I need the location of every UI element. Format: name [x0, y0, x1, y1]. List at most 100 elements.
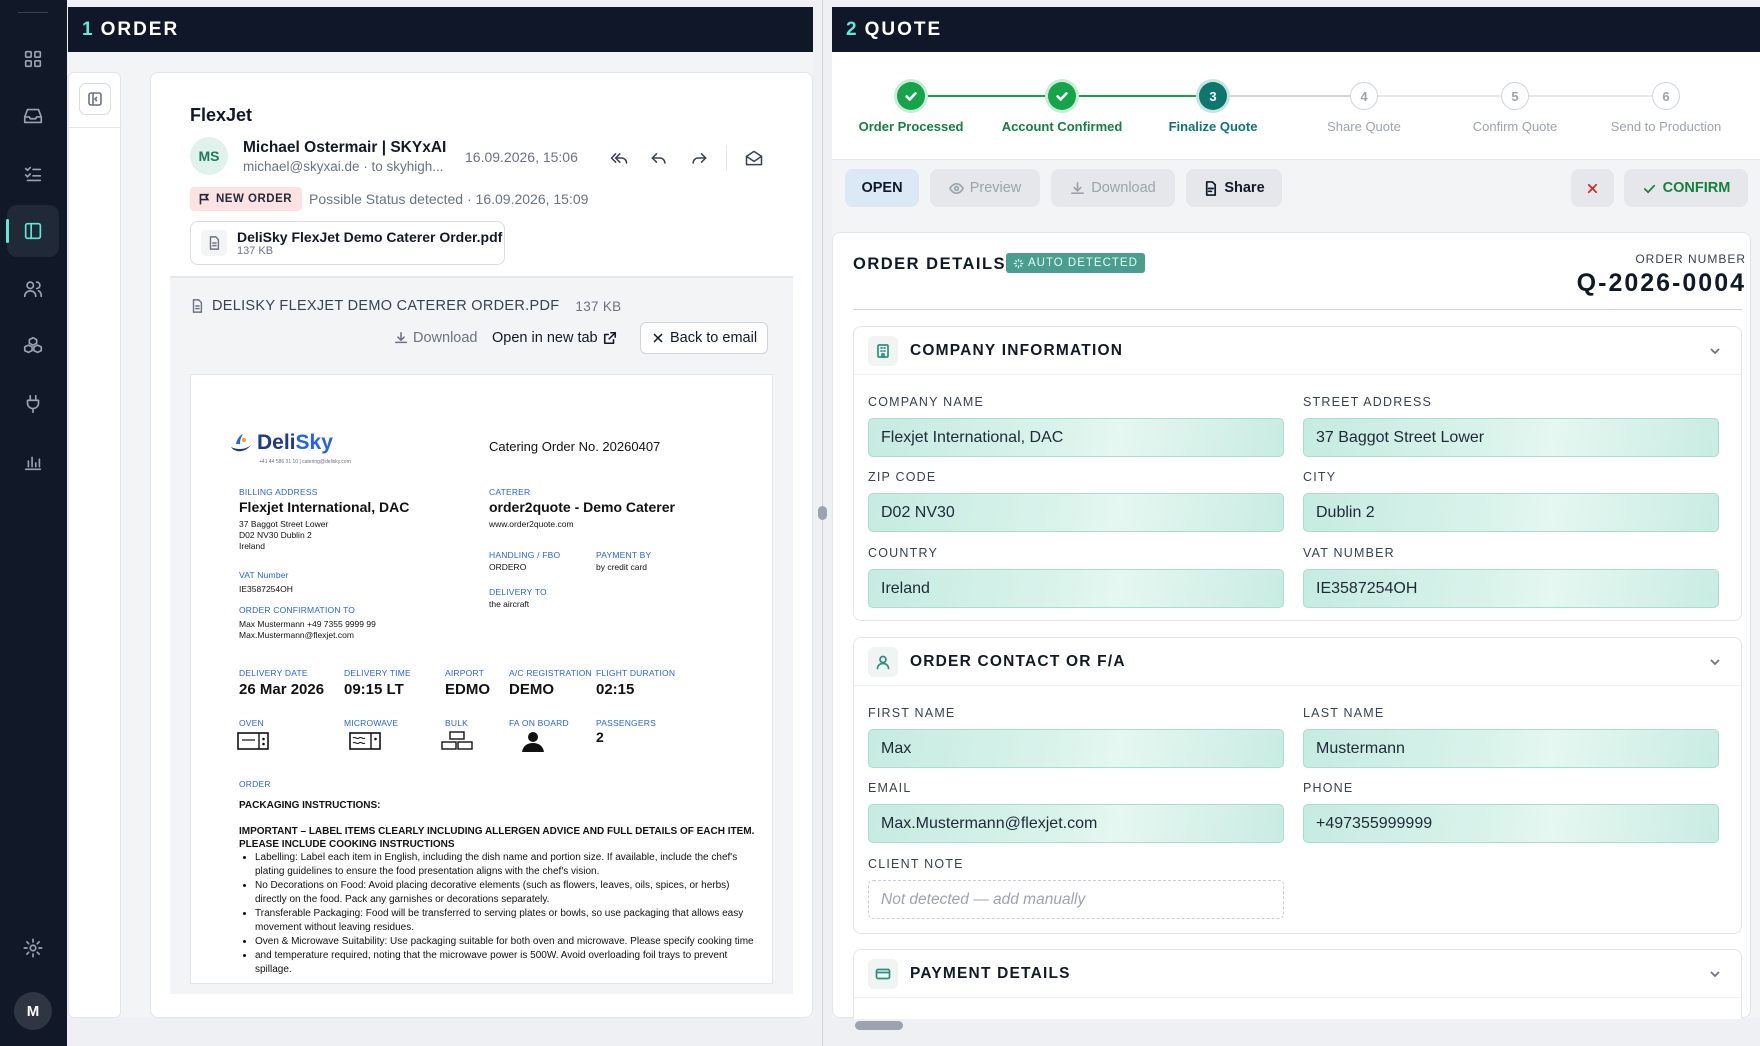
confirm-quote-label: CONFIRM — [1662, 180, 1731, 196]
order-contact-header[interactable]: ORDER CONTACT OR F/A — [854, 638, 1741, 686]
company-information-section: COMPANY INFORMATION COMPANY NAME Flexjet… — [853, 326, 1742, 621]
rail-split-view-button[interactable] — [6, 205, 59, 257]
payment-details-section: PAYMENT DETAILS — [853, 949, 1742, 1019]
company-information-header[interactable]: COMPANY INFORMATION — [854, 327, 1741, 375]
envelope-open-icon — [745, 150, 763, 166]
chevron-down-icon[interactable] — [1707, 343, 1723, 359]
step-confirm-quote[interactable]: 5 Confirm Quote — [1440, 82, 1590, 134]
street-address-input[interactable]: 37 Baggot Street Lower — [1303, 418, 1719, 457]
back-to-email-button[interactable]: Back to email — [640, 322, 769, 354]
rail-tasks-button[interactable] — [7, 148, 59, 200]
client-note-field: CLIENT NOTE Not detected — add manually — [868, 857, 1284, 919]
panel-toggle-icon — [88, 92, 102, 106]
rail-integrations-button[interactable] — [7, 378, 59, 430]
step-account-confirmed[interactable]: Account Confirmed — [987, 82, 1137, 134]
step-number: 4 — [1350, 82, 1378, 110]
order-contact-section: ORDER CONTACT OR F/A FIRST NAME Max LAST… — [853, 637, 1742, 934]
step-number: 5 — [1501, 82, 1529, 110]
bar-chart-icon — [24, 456, 42, 471]
panel-divider[interactable] — [822, 0, 823, 1046]
share-quote-button[interactable]: Share — [1186, 169, 1282, 207]
caterer-label: CATERER — [489, 487, 531, 497]
flag-icon — [199, 193, 210, 204]
order-panel-number: 1 — [82, 18, 95, 40]
quote-panel-number: 2 — [846, 18, 859, 40]
vat-number-label: VAT NUMBER — [1303, 546, 1395, 560]
attachment-name: DeliSky FlexJet Demo Caterer Order.pdf — [237, 229, 503, 245]
phone-input[interactable]: +497355999999 — [1303, 804, 1719, 843]
vat-number-input[interactable]: IE3587254OH — [1303, 569, 1719, 608]
caterer-web: www.order2quote.com — [489, 519, 574, 529]
step-finalize-quote[interactable]: 3 Finalize Quote — [1138, 82, 1288, 134]
attachment-size: 137 KB — [237, 245, 274, 257]
payment-value: by credit card — [596, 562, 648, 572]
oven-label: OVEN — [239, 718, 264, 728]
download-pdf-button[interactable]: Download — [394, 322, 478, 354]
rail-contacts-button[interactable] — [7, 263, 59, 315]
step-share-quote[interactable]: 4 Share Quote — [1289, 82, 1439, 134]
packaging-bullet: Transferable Packaging: Food will be tra… — [255, 907, 759, 935]
download-quote-button[interactable]: Download — [1051, 169, 1175, 207]
reply-all-button[interactable] — [604, 143, 634, 173]
open-status-button[interactable]: OPEN — [845, 169, 919, 207]
step-send-to-production[interactable]: 6 Send to Production — [1591, 82, 1741, 134]
pdf-page: DeliSky +41 44 586 31 10 | catering@deli… — [190, 374, 773, 984]
reject-quote-button[interactable] — [1571, 169, 1614, 207]
forward-button[interactable] — [684, 143, 714, 173]
attachment-chip[interactable]: DeliSky FlexJet Demo Caterer Order.pdf 1… — [190, 221, 505, 265]
viewer-filename: DELISKY FLEXJET DEMO CATERER ORDER.PDF — [212, 298, 560, 314]
user-avatar[interactable]: M — [14, 992, 52, 1030]
confirm-quote-button[interactable]: CONFIRM — [1624, 169, 1748, 207]
preview-button[interactable]: Preview — [930, 169, 1040, 207]
rail-products-button[interactable] — [7, 320, 59, 372]
horizontal-scrollbar[interactable] — [855, 1021, 903, 1030]
billing-line-1: 37 Baggot Street Lower — [239, 519, 329, 529]
email-label: EMAIL — [868, 781, 912, 795]
rail-analytics-button[interactable] — [7, 436, 59, 488]
country-input[interactable]: Ireland — [868, 569, 1284, 608]
last-name-label: LAST NAME — [1303, 706, 1385, 720]
delisky-wordmark: DeliSky — [257, 431, 333, 454]
last-name-field: LAST NAME Mustermann — [1303, 706, 1719, 768]
open-new-tab-link[interactable]: Open in new tab — [492, 322, 617, 354]
rail-dashboard-button[interactable] — [7, 33, 59, 85]
step-order-processed[interactable]: Order Processed — [836, 82, 986, 134]
chevron-down-icon[interactable] — [1707, 654, 1723, 670]
flight-duration-value: 02:15 — [596, 681, 635, 698]
company-name-input[interactable]: Flexjet International, DAC — [868, 418, 1284, 457]
email-field: EMAIL Max.Mustermann@flexjet.com — [868, 781, 1284, 843]
city-input[interactable]: Dublin 2 — [1303, 493, 1719, 532]
zip-code-input[interactable]: D02 NV30 — [868, 493, 1284, 532]
first-name-input[interactable]: Max — [868, 729, 1284, 768]
last-name-input[interactable]: Mustermann — [1303, 729, 1719, 768]
order-number-label: ORDER NUMBER — [1635, 252, 1746, 266]
order-panel-header: 1 ORDER — [68, 7, 813, 52]
payment-details-header[interactable]: PAYMENT DETAILS — [854, 950, 1741, 998]
chevron-down-icon[interactable] — [1707, 966, 1723, 982]
sender-address: michael@skyxai.de · to skyhigh... — [243, 159, 444, 174]
step-check-icon — [1048, 82, 1076, 110]
caterer-name: order2quote - Demo Caterer — [489, 499, 675, 515]
client-note-input[interactable]: Not detected — add manually — [868, 880, 1284, 919]
registration-label: A/C REGISTRATION — [509, 668, 592, 678]
country-label: COUNTRY — [868, 546, 938, 560]
panel-resize-handle[interactable] — [818, 506, 827, 520]
vat-label: VAT Number — [239, 570, 289, 580]
rail-settings-button[interactable] — [7, 922, 59, 974]
billing-address-label: BILLING ADDRESS — [239, 487, 318, 497]
email-input[interactable]: Max.Mustermann@flexjet.com — [868, 804, 1284, 843]
sidebar-toggle-button[interactable] — [79, 83, 111, 115]
microwave-icon — [349, 732, 381, 750]
mark-read-button[interactable] — [739, 143, 769, 173]
reply-button[interactable] — [644, 143, 674, 173]
confirmation-line-2: Max.Mustermann@flexjet.com — [239, 630, 354, 640]
city-label: CITY — [1303, 470, 1337, 484]
sender-name: Michael Ostermair | SKYxAI — [243, 139, 447, 156]
delivery-time-value: 09:15 LT — [344, 681, 404, 698]
external-link-icon — [603, 331, 616, 345]
action-divider — [726, 145, 727, 171]
vat-number-field: VAT NUMBER IE3587254OH — [1303, 546, 1719, 608]
building-icon — [868, 335, 898, 366]
quote-panel-title: QUOTE — [864, 18, 943, 40]
rail-inbox-button[interactable] — [7, 90, 59, 142]
